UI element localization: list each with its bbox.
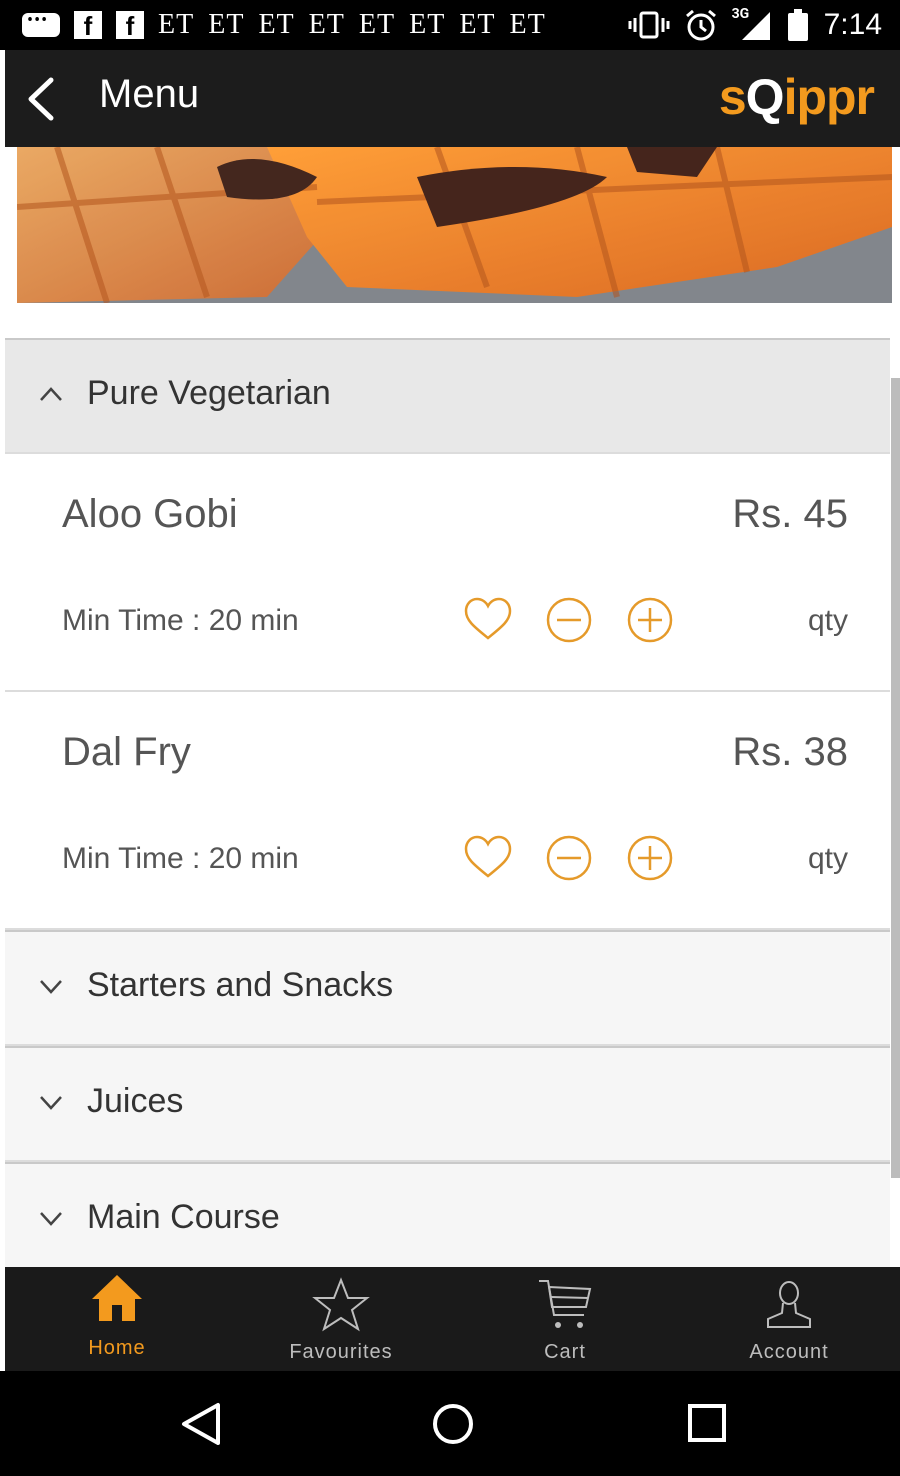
back-arrow-icon[interactable] bbox=[19, 74, 63, 124]
nav-label: Favourites bbox=[289, 1341, 393, 1363]
scrollbar[interactable] bbox=[891, 378, 900, 1178]
brand-suffix: ippr bbox=[783, 69, 875, 125]
category-label: Starters and Snacks bbox=[87, 966, 394, 1004]
et-notification-icon: ET bbox=[308, 9, 345, 40]
brand-logo: sQippr bbox=[718, 68, 875, 126]
item-qty: qty bbox=[807, 842, 848, 875]
item-name: Aloo Gobi bbox=[62, 492, 238, 536]
item-min-time: Min Time : 20 min bbox=[62, 604, 299, 637]
facebook-notification-icon: f bbox=[116, 11, 144, 41]
nav-cart[interactable]: Cart bbox=[453, 1267, 677, 1371]
nav-account[interactable]: Account bbox=[677, 1267, 900, 1371]
battery-icon bbox=[787, 9, 808, 41]
category-header-juices[interactable]: Juices bbox=[5, 1046, 890, 1162]
app-bar: Menu sQippr bbox=[5, 50, 900, 147]
chevron-down-icon bbox=[40, 1096, 62, 1110]
et-notification-icon: ET bbox=[409, 9, 446, 40]
messaging-notification-icon bbox=[22, 10, 60, 37]
star-icon bbox=[312, 1277, 370, 1332]
nav-favourites[interactable]: Favourites bbox=[229, 1267, 453, 1371]
brand-prefix: s bbox=[718, 69, 747, 125]
category-label: Main Course bbox=[87, 1198, 280, 1236]
nav-home[interactable]: Home bbox=[5, 1267, 229, 1371]
et-notification-icon: ET bbox=[208, 9, 245, 40]
category-header-pure-vegetarian[interactable]: Pure Vegetarian bbox=[5, 338, 890, 454]
account-icon bbox=[767, 1281, 811, 1328]
system-back-icon[interactable] bbox=[178, 1401, 224, 1447]
brand-q: Q bbox=[745, 69, 785, 125]
increase-quantity-button[interactable] bbox=[625, 596, 675, 644]
item-qty: qty bbox=[807, 604, 848, 637]
nav-label: Account bbox=[749, 1341, 829, 1363]
et-notification-icon: ET bbox=[459, 9, 496, 40]
alarm-icon bbox=[685, 9, 716, 41]
favourite-heart-icon[interactable] bbox=[463, 834, 513, 882]
chevron-down-icon bbox=[40, 980, 62, 994]
category-header-starters-and-snacks[interactable]: Starters and Snacks bbox=[5, 930, 890, 1046]
item-name: Dal Fry bbox=[62, 730, 191, 774]
decrease-quantity-button[interactable] bbox=[544, 596, 594, 644]
category-label: Pure Vegetarian bbox=[87, 374, 331, 412]
bottom-nav: Home Favourites Cart Account bbox=[5, 1267, 900, 1371]
chevron-down-icon bbox=[40, 1212, 62, 1226]
system-recents-icon[interactable] bbox=[686, 1402, 728, 1444]
favourite-heart-icon[interactable] bbox=[463, 596, 513, 644]
item-price: Rs. 45 bbox=[732, 492, 848, 536]
menu-list: Pure Vegetarian Aloo Gobi Rs. 45 Min Tim… bbox=[5, 338, 890, 1278]
nav-label: Home bbox=[88, 1337, 146, 1359]
et-notification-icon: ET bbox=[509, 9, 546, 40]
signal-icon: 3G bbox=[732, 6, 772, 42]
notification-icons: f f ET ET ET ET ET ET ET ET bbox=[0, 9, 546, 41]
increase-quantity-button[interactable] bbox=[625, 834, 675, 882]
home-icon bbox=[92, 1275, 142, 1321]
et-notification-icon: ET bbox=[158, 9, 195, 40]
system-status-icons: 3G 7:14 bbox=[628, 0, 882, 50]
system-nav-bar bbox=[0, 1371, 900, 1476]
category-header-main-course[interactable]: Main Course bbox=[5, 1162, 890, 1278]
clock: 7:14 bbox=[823, 8, 882, 41]
et-notification-icon: ET bbox=[258, 9, 295, 40]
decrease-quantity-button[interactable] bbox=[544, 834, 594, 882]
cart-icon bbox=[539, 1280, 592, 1328]
item-min-time: Min Time : 20 min bbox=[62, 842, 299, 875]
status-bar: f f ET ET ET ET ET ET ET ET 3G bbox=[0, 0, 900, 50]
facebook-notification-icon: f bbox=[74, 11, 102, 41]
menu-item-aloo-gobi: Aloo Gobi Rs. 45 Min Time : 20 min qty bbox=[5, 454, 890, 692]
hero-banner-image bbox=[17, 147, 892, 303]
nav-label: Cart bbox=[544, 1341, 586, 1363]
page-title: Menu bbox=[99, 72, 200, 116]
menu-item-dal-fry: Dal Fry Rs. 38 Min Time : 20 min qty bbox=[5, 692, 890, 930]
system-home-icon[interactable] bbox=[430, 1401, 476, 1447]
et-notification-icon: ET bbox=[358, 9, 396, 40]
category-label: Juices bbox=[87, 1082, 184, 1120]
item-price: Rs. 38 bbox=[732, 730, 848, 774]
chevron-up-icon bbox=[40, 387, 62, 401]
vibrate-icon bbox=[628, 11, 670, 39]
